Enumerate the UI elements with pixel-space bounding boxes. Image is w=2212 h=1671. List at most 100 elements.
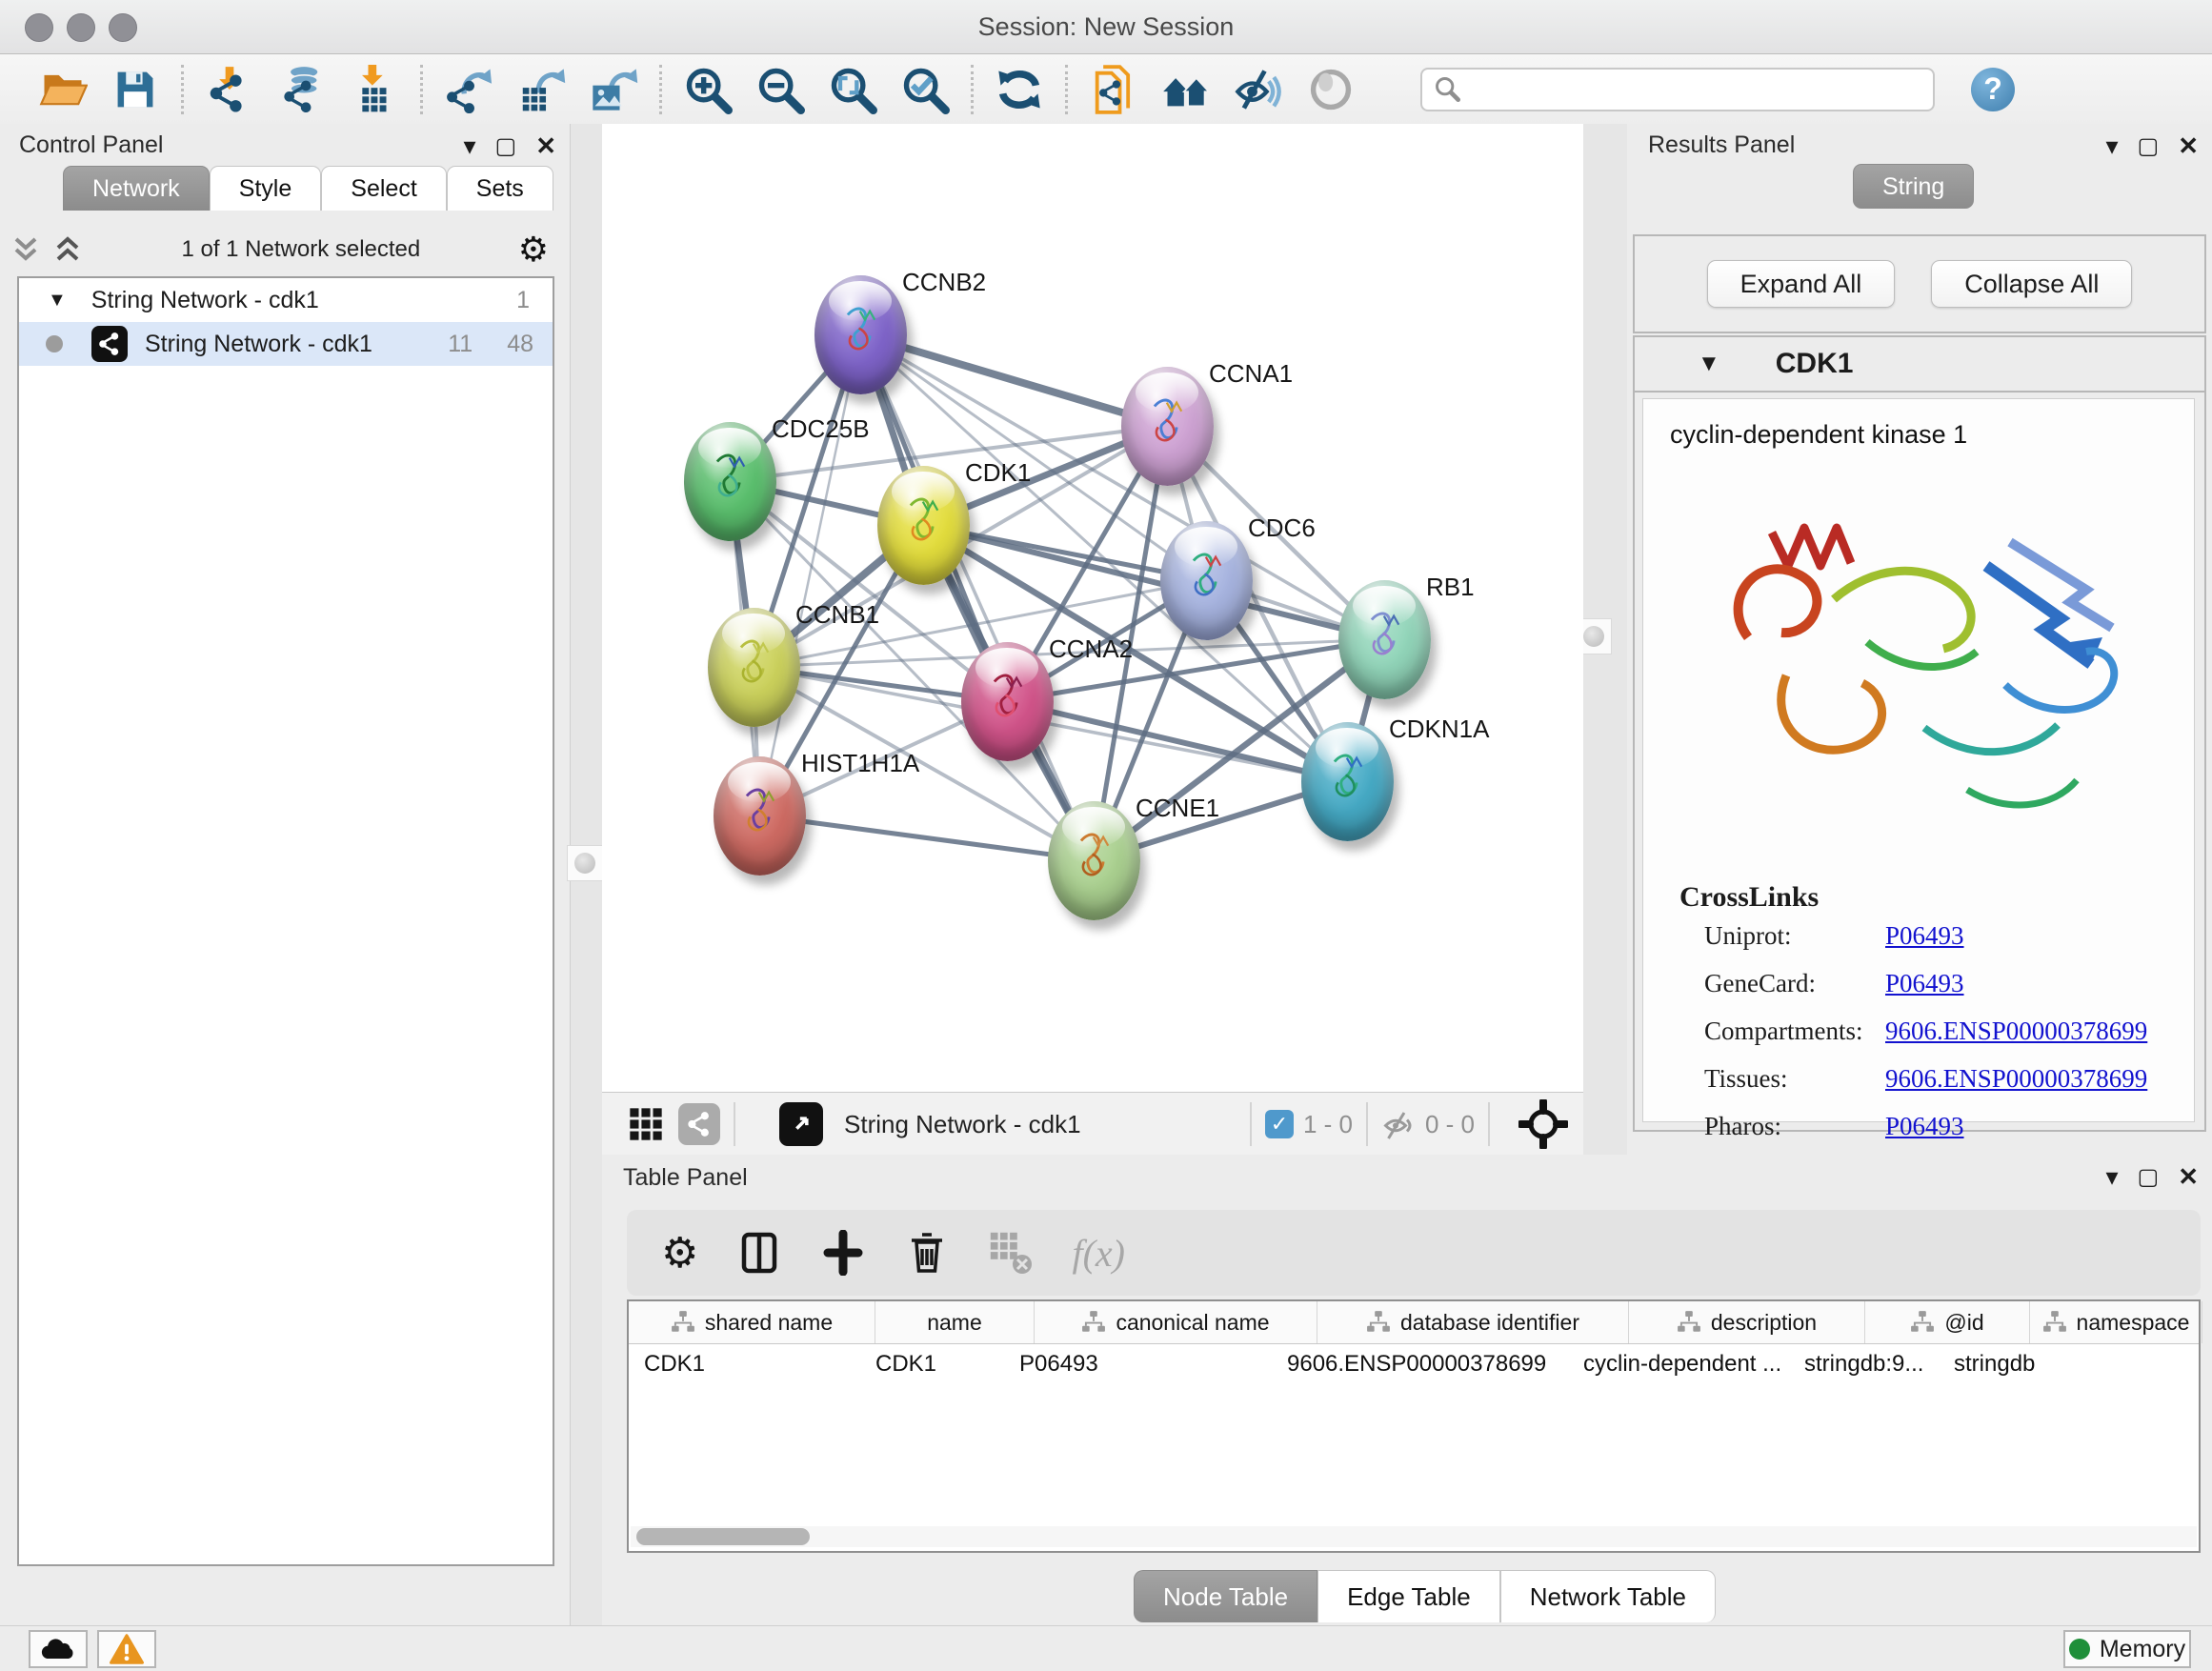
tab-edge-table[interactable]: Edge Table: [1317, 1570, 1500, 1622]
grid-view-icon[interactable]: [627, 1105, 665, 1143]
cloud-button[interactable]: [29, 1630, 88, 1668]
network-node-CDC25B[interactable]: [684, 422, 776, 541]
network-canvas[interactable]: CCNB2 CCNA1 CDC25B CDK1 CDC6 RB1 CCNB1 C…: [602, 124, 1583, 1092]
column-header-name[interactable]: name: [875, 1301, 1035, 1343]
tab-style[interactable]: Style: [210, 166, 322, 211]
network-node-CDC6[interactable]: [1160, 521, 1253, 640]
table-cell[interactable]: stringdb:9...: [1789, 1351, 1939, 1378]
collapse-all-button[interactable]: Collapse All: [1931, 260, 2132, 308]
tab-select[interactable]: Select: [321, 166, 446, 211]
table-cell[interactable]: cyclin-dependent ...: [1568, 1351, 1789, 1378]
search-input[interactable]: [1420, 68, 1935, 111]
panel-close-icon[interactable]: ✕: [2178, 1162, 2199, 1192]
network-collection-row[interactable]: ▼ String Network - cdk1 1: [19, 278, 553, 322]
network-node-CCNA1[interactable]: [1121, 367, 1214, 486]
tab-network[interactable]: Network: [63, 166, 210, 211]
presentation-sphere-icon[interactable]: [1295, 58, 1367, 121]
export-image-button[interactable]: [577, 58, 650, 121]
zoom-out-button[interactable]: [744, 58, 816, 121]
zoom-selected-button[interactable]: [889, 58, 961, 121]
import-network-database-button[interactable]: [266, 58, 338, 121]
network-node-CCNB2[interactable]: [814, 275, 907, 394]
refresh-button[interactable]: [983, 58, 1056, 121]
table-settings-gear-icon[interactable]: ⚙: [661, 1229, 698, 1278]
table-cell[interactable]: P06493: [1004, 1351, 1272, 1378]
collection-expander-icon[interactable]: ▼: [48, 290, 67, 312]
network-edge[interactable]: [860, 334, 1167, 426]
network-node-CDKN1A[interactable]: [1301, 722, 1394, 841]
zoom-window-button[interactable]: [109, 13, 137, 42]
panel-menu-icon[interactable]: ▾: [463, 131, 475, 161]
collapse-all-icon[interactable]: [10, 235, 42, 264]
crosslink-link[interactable]: P06493: [1885, 1112, 1964, 1141]
network-options-gear-icon[interactable]: ⚙: [518, 230, 549, 270]
fit-selected-crosshair-icon[interactable]: [1518, 1099, 1568, 1149]
network-node-RB1[interactable]: [1338, 580, 1431, 699]
open-session-button[interactable]: [27, 58, 99, 121]
table-h-scrollbar[interactable]: [631, 1526, 2197, 1547]
tab-network-table[interactable]: Network Table: [1500, 1570, 1716, 1622]
column-header-canonical-name[interactable]: canonical name: [1035, 1301, 1317, 1343]
panel-menu-icon[interactable]: ▾: [2105, 131, 2118, 161]
string-network-badge-icon[interactable]: [678, 1103, 720, 1145]
panel-float-icon[interactable]: ▢: [495, 132, 517, 160]
network-node-CCNB1[interactable]: [708, 608, 800, 727]
tab-sets[interactable]: Sets: [447, 166, 553, 211]
panel-menu-icon[interactable]: ▾: [2105, 1162, 2118, 1192]
column-header-namespace[interactable]: namespace: [2030, 1301, 2202, 1343]
network-edge[interactable]: [759, 815, 1094, 860]
import-table-file-button[interactable]: [338, 58, 411, 121]
network-node-HIST1H1A[interactable]: [714, 756, 806, 876]
scrollbar-thumb[interactable]: [636, 1528, 810, 1545]
show-columns-icon[interactable]: [736, 1230, 782, 1276]
panel-close-icon[interactable]: ✕: [535, 131, 556, 161]
function-builder-icon[interactable]: f(x): [1072, 1231, 1125, 1276]
memory-button[interactable]: Memory: [2063, 1630, 2191, 1668]
hide-glasses-button[interactable]: [1222, 58, 1295, 121]
table-row[interactable]: CDK1CDK1P064939606.ENSP00000378699cyclin…: [629, 1344, 2199, 1384]
zoom-in-button[interactable]: [672, 58, 744, 121]
column-header-shared-name[interactable]: shared name: [629, 1301, 875, 1343]
delete-table-icon[interactable]: [988, 1230, 1034, 1276]
panel-float-icon[interactable]: ▢: [2138, 132, 2160, 160]
import-network-file-button[interactable]: [193, 58, 266, 121]
export-network-button[interactable]: [432, 58, 505, 121]
entry-collapse-icon[interactable]: ▼: [1698, 351, 1720, 377]
crosslink-link[interactable]: 9606.ENSP00000378699: [1885, 1064, 2147, 1094]
right-splitter[interactable]: [1583, 124, 1630, 1168]
table-cell[interactable]: stringdb: [1939, 1351, 2096, 1378]
table-cell[interactable]: 9606.ENSP00000378699: [1272, 1351, 1568, 1378]
expand-all-icon[interactable]: [51, 235, 84, 264]
network-row[interactable]: String Network - cdk1 11 48: [19, 322, 553, 366]
birds-eye-view-icon[interactable]: [779, 1102, 823, 1146]
column-header-description[interactable]: description: [1629, 1301, 1865, 1343]
close-window-button[interactable]: [25, 13, 53, 42]
create-column-icon[interactable]: [820, 1230, 866, 1276]
panel-close-icon[interactable]: ✕: [2178, 131, 2199, 161]
table-cell[interactable]: CDK1: [860, 1351, 1004, 1378]
column-header-database-identifier[interactable]: database identifier: [1317, 1301, 1629, 1343]
help-button[interactable]: ?: [1971, 68, 2015, 111]
tab-string[interactable]: String: [1853, 164, 1974, 209]
table-cell[interactable]: CDK1: [629, 1351, 860, 1378]
string-home-button[interactable]: [1150, 58, 1222, 121]
delete-column-icon[interactable]: [904, 1230, 950, 1276]
network-node-CCNA2[interactable]: [961, 642, 1054, 761]
share-file-button[interactable]: [1077, 58, 1150, 121]
column-header-@id[interactable]: @id: [1865, 1301, 2030, 1343]
warnings-button[interactable]: [97, 1630, 156, 1668]
crosslink-link[interactable]: P06493: [1885, 969, 1964, 998]
tab-node-table[interactable]: Node Table: [1134, 1570, 1317, 1622]
left-splitter[interactable]: [570, 124, 603, 1625]
entry-header[interactable]: ▼ CDK1: [1635, 337, 2204, 393]
minimize-window-button[interactable]: [67, 13, 95, 42]
network-edge[interactable]: [860, 334, 1094, 860]
left-splitter-handle[interactable]: [567, 845, 603, 881]
network-node-CDK1[interactable]: [877, 466, 970, 585]
export-table-button[interactable]: [505, 58, 577, 121]
crosslink-link[interactable]: 9606.ENSP00000378699: [1885, 1017, 2147, 1046]
panel-float-icon[interactable]: ▢: [2138, 1163, 2160, 1191]
crosslink-link[interactable]: P06493: [1885, 921, 1964, 951]
expand-all-button[interactable]: Expand All: [1707, 260, 1896, 308]
network-edge[interactable]: [1007, 701, 1347, 781]
